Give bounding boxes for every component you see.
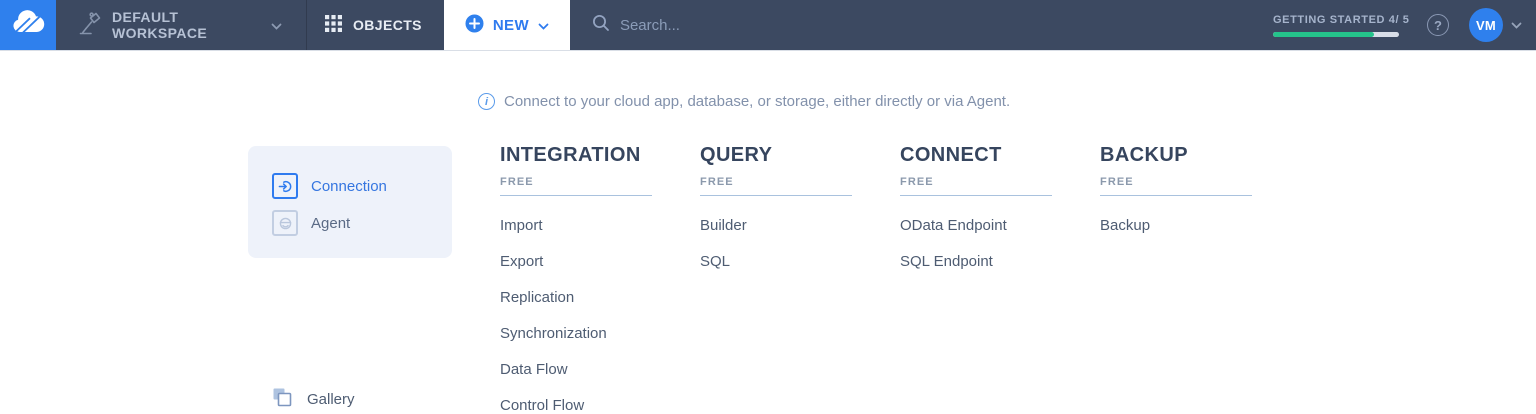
category-badge: FREE — [900, 176, 1100, 188]
category-badge: FREE — [1100, 176, 1300, 188]
category-title: QUERY — [700, 144, 900, 167]
getting-started-label: GETTING STARTED 4/ 5 — [1273, 14, 1399, 26]
getting-started-widget[interactable]: GETTING STARTED 4/ 5 — [1273, 14, 1399, 37]
objects-label: OBJECTS — [353, 17, 422, 33]
topbar-right-cluster: GETTING STARTED 4/ 5 ? VM — [1273, 0, 1536, 50]
chevron-down-icon — [1511, 16, 1522, 34]
grid-icon — [325, 15, 342, 35]
help-icon[interactable]: ? — [1427, 14, 1449, 36]
category-item[interactable]: OData Endpoint — [900, 207, 1100, 243]
info-icon: i — [478, 93, 495, 110]
getting-started-progress-track — [1273, 32, 1399, 37]
plus-circle-icon — [465, 14, 484, 37]
category-title: INTEGRATION — [500, 144, 700, 167]
workspace-lamp-icon — [78, 11, 101, 40]
sidebar-item-gallery[interactable]: Gallery — [272, 387, 355, 411]
category-column: QUERY FREE BuilderSQL — [700, 144, 900, 414]
gallery-label: Gallery — [307, 391, 355, 408]
category-column: CONNECT FREE OData EndpointSQL Endpoint — [900, 144, 1100, 414]
new-label: NEW — [493, 17, 529, 34]
app-logo[interactable] — [0, 0, 56, 50]
sidebar-item-label: Connection — [311, 178, 387, 195]
tab-new[interactable]: NEW — [444, 0, 570, 50]
category-item[interactable]: Data Flow — [500, 351, 700, 387]
gallery-icon — [272, 387, 292, 411]
search-area — [570, 0, 1273, 50]
chevron-down-icon — [538, 17, 549, 34]
category-column: INTEGRATION FREE ImportExportReplication… — [500, 144, 700, 414]
workspace-label: DEFAULT WORKSPACE — [112, 9, 258, 41]
category-item[interactable]: Replication — [500, 279, 700, 315]
category-underline — [500, 195, 652, 196]
workspace-selector[interactable]: DEFAULT WORKSPACE — [56, 0, 306, 50]
category-item[interactable]: SQL — [700, 243, 900, 279]
category-underline — [700, 195, 852, 196]
category-items: ImportExportReplicationSynchronizationDa… — [500, 207, 700, 414]
user-menu[interactable]: VM — [1469, 8, 1522, 42]
sidebar-item-label: Agent — [311, 215, 350, 232]
sidebar-item-connection[interactable]: Connection — [272, 173, 387, 199]
category-item[interactable]: Builder — [700, 207, 900, 243]
category-title: BACKUP — [1100, 144, 1300, 167]
help-glyph: ? — [1434, 18, 1442, 33]
category-item[interactable]: Import — [500, 207, 700, 243]
category-item[interactable]: Synchronization — [500, 315, 700, 351]
category-item[interactable]: SQL Endpoint — [900, 243, 1100, 279]
connection-icon — [272, 173, 298, 199]
category-column: BACKUP FREE Backup — [1100, 144, 1300, 414]
page: DEFAULT WORKSPACE OBJECTS — [0, 0, 1536, 414]
search-input[interactable] — [620, 17, 940, 34]
category-items: OData EndpointSQL Endpoint — [900, 207, 1100, 279]
category-title: CONNECT — [900, 144, 1100, 167]
category-item[interactable]: Export — [500, 243, 700, 279]
info-banner: i Connect to your cloud app, database, o… — [478, 93, 1010, 110]
sidebar-item-agent[interactable]: Agent — [272, 210, 350, 236]
agent-icon — [272, 210, 298, 236]
cloud-logo-icon — [11, 10, 45, 40]
categories: INTEGRATION FREE ImportExportReplication… — [500, 144, 1300, 414]
category-items: Backup — [1100, 207, 1300, 243]
category-items: BuilderSQL — [700, 207, 900, 279]
category-underline — [900, 195, 1052, 196]
info-glyph: i — [485, 96, 488, 108]
chevron-down-icon — [271, 17, 282, 33]
category-badge: FREE — [500, 176, 700, 188]
avatar: VM — [1469, 8, 1503, 42]
category-underline — [1100, 195, 1252, 196]
top-navigation-bar: DEFAULT WORKSPACE OBJECTS — [0, 0, 1536, 50]
category-badge: FREE — [700, 176, 900, 188]
category-item[interactable]: Backup — [1100, 207, 1300, 243]
info-banner-text: Connect to your cloud app, database, or … — [504, 93, 1010, 110]
getting-started-progress-fill — [1273, 32, 1374, 37]
search-icon — [592, 14, 610, 37]
category-item[interactable]: Control Flow — [500, 387, 700, 414]
nav-objects[interactable]: OBJECTS — [306, 0, 444, 50]
mode-selector-panel: Connection Agent — [248, 146, 452, 258]
